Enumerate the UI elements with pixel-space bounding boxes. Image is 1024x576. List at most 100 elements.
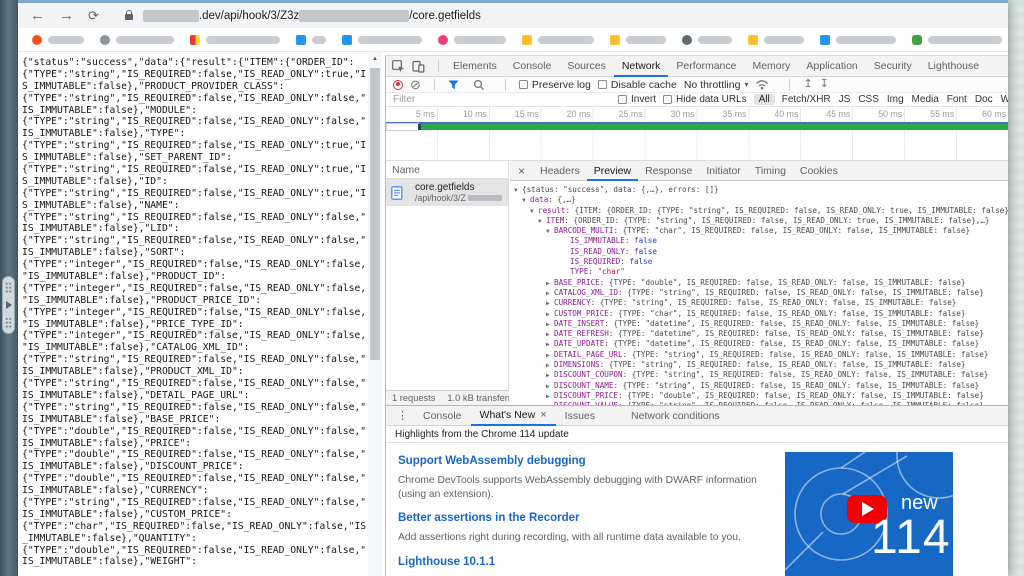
column-header-name[interactable]: Name <box>386 161 508 179</box>
bookmark-item[interactable] <box>682 35 732 45</box>
preview-tree-row[interactable]: ▶DISCOUNT_NAME: {TYPE: "string", IS_REQU… <box>510 381 1008 391</box>
drawer-tab-issues[interactable]: Issues <box>556 406 604 426</box>
preview-tree-row[interactable]: ▼data: {,…} <box>510 195 1008 205</box>
bookmark-item[interactable] <box>610 35 666 45</box>
tree-expand-arrow-icon[interactable]: ▼ <box>546 227 554 236</box>
devtools-tab[interactable]: Console <box>505 56 560 77</box>
tree-expand-arrow-icon[interactable]: ▶ <box>546 310 554 319</box>
devtools-tab[interactable]: Sources <box>559 56 614 77</box>
kebab-menu-icon[interactable]: ⋮ <box>391 409 414 422</box>
bookmark-item[interactable] <box>296 35 326 45</box>
preview-tree-row[interactable]: IS_REQUIRED: false <box>510 257 1008 267</box>
overview-bar[interactable] <box>386 122 1008 130</box>
preview-tree-row[interactable]: TYPE: "char" <box>510 267 1008 277</box>
tree-expand-arrow-icon[interactable]: ▶ <box>546 371 554 380</box>
filter-input[interactable]: Filter <box>393 94 611 105</box>
throttling-select[interactable]: No throttling▾ <box>684 79 749 91</box>
page-scrollbar[interactable]: ▲ <box>368 52 382 576</box>
devtools-tab[interactable]: Memory <box>744 56 798 77</box>
bookmark-item[interactable] <box>912 35 1002 45</box>
tree-expand-arrow-icon[interactable]: ▼ <box>538 217 546 226</box>
filter-type[interactable]: JS <box>839 94 851 105</box>
request-row[interactable]: core.getfields /api/hook/3/Z <box>386 179 508 206</box>
drawer-tab-whats-new[interactable]: What's New× <box>471 406 556 426</box>
filter-type[interactable]: Img <box>887 94 904 105</box>
tree-expand-arrow-icon[interactable]: ▶ <box>546 289 554 298</box>
close-icon[interactable]: × <box>540 405 546 425</box>
preview-tree-row[interactable]: IS_IMMUTABLE: false <box>510 236 1008 246</box>
hide-data-urls-checkbox[interactable]: Hide data URLs <box>663 94 747 105</box>
preview-tree-row[interactable]: ▶CUSTOM_PRICE: {TYPE: "char", IS_REQUIRE… <box>510 309 1008 319</box>
preview-tree-row[interactable]: ▶DISCOUNT_COUPON: {TYPE: "string", IS_RE… <box>510 370 1008 380</box>
preview-tree-row[interactable]: ▶BASE_PRICE: {TYPE: "double", IS_REQUIRE… <box>510 278 1008 288</box>
tree-expand-arrow-icon[interactable]: ▶ <box>546 299 554 308</box>
detail-tab[interactable]: Response <box>638 161 699 181</box>
bookmark-item[interactable] <box>748 35 804 45</box>
devtools-tab[interactable]: Application <box>798 56 865 77</box>
preview-tree-row[interactable]: ▶DATE_REFRESH: {TYPE: "datetime", IS_REQ… <box>510 329 1008 339</box>
bookmark-item[interactable] <box>32 35 84 45</box>
detail-tab[interactable]: Cookies <box>793 161 845 181</box>
preview-tree-row[interactable]: ▶DISCOUNT_PRICE: {TYPE: "double", IS_REQ… <box>510 391 1008 401</box>
filter-type[interactable]: Font <box>947 94 967 105</box>
clear-icon[interactable]: ⊘ <box>410 78 421 91</box>
whats-new-link[interactable]: Support WebAssembly debugging <box>398 455 760 467</box>
tree-expand-arrow-icon[interactable]: ▶ <box>546 392 554 401</box>
scrollbar-thumb[interactable] <box>370 68 380 360</box>
preview-tree-row[interactable]: ▼BARCODE_MULTI: {TYPE: "char", IS_REQUIR… <box>510 226 1008 236</box>
back-button[interactable]: ← <box>30 8 45 23</box>
bookmark-item[interactable] <box>100 35 174 45</box>
preview-tree-row[interactable]: ▶DATE_INSERT: {TYPE: "datetime", IS_REQU… <box>510 319 1008 329</box>
filter-type[interactable]: WS <box>1001 94 1008 105</box>
devtools-tab[interactable]: Performance <box>668 56 744 77</box>
drawer-tab-network-conditions[interactable]: Network conditions <box>622 406 729 426</box>
export-har-icon[interactable]: ↧ <box>820 79 829 90</box>
inspect-icon[interactable] <box>392 60 405 73</box>
bookmark-item[interactable] <box>190 35 280 45</box>
preview-tree-row[interactable]: ▶DATE_UPDATE: {TYPE: "datetime", IS_REQU… <box>510 339 1008 349</box>
whats-new-link[interactable]: Lighthouse 10.1.1 <box>398 556 760 568</box>
side-panel-handle[interactable] <box>2 276 15 334</box>
devtools-tab[interactable]: Elements <box>445 56 505 77</box>
filter-type-all[interactable]: All <box>754 94 775 105</box>
preview-tree-row[interactable]: ▶DETAIL_PAGE_URL: {TYPE: "string", IS_RE… <box>510 350 1008 360</box>
tree-expand-arrow-icon[interactable]: ▶ <box>546 330 554 339</box>
tree-expand-arrow-icon[interactable]: ▼ <box>530 207 538 216</box>
drawer-tab-console[interactable]: Console <box>414 406 471 426</box>
devtools-tab[interactable]: Lighthouse <box>920 56 987 77</box>
preview-tree-row[interactable]: ▶CATALOG_XML_ID: {TYPE: "string", IS_REQ… <box>510 288 1008 298</box>
filter-type[interactable]: Fetch/XHR <box>782 94 831 105</box>
preview-tree-row[interactable]: ▼{status: "success", data: {,…}, errors:… <box>510 185 1008 195</box>
preview-tree-row[interactable]: IS_READ_ONLY: false <box>510 247 1008 257</box>
address-bar[interactable]: .dev/api/hook/3/Z3z /core.getfields <box>113 6 1008 26</box>
filter-funnel-icon[interactable] <box>448 80 459 90</box>
reload-button[interactable]: ⟳ <box>88 9 99 22</box>
tree-expand-arrow-icon[interactable]: ▶ <box>546 320 554 329</box>
scroll-up-arrow-icon[interactable]: ▲ <box>368 52 382 66</box>
preview-tree-row[interactable]: ▶CURRENCY: {TYPE: "string", IS_REQUIRED:… <box>510 298 1008 308</box>
detail-tab[interactable]: Headers <box>533 161 587 181</box>
filter-type[interactable]: Doc <box>975 94 993 105</box>
tree-expand-arrow-icon[interactable]: ▶ <box>546 340 554 349</box>
invert-checkbox[interactable]: Invert <box>618 94 656 105</box>
chrome-114-video-thumbnail[interactable]: new 114 <box>785 452 953 576</box>
bookmark-item[interactable] <box>820 35 896 45</box>
bookmark-item[interactable] <box>438 35 506 45</box>
tree-expand-arrow-icon[interactable]: ▶ <box>546 361 554 370</box>
tree-expand-arrow-icon[interactable]: ▶ <box>546 279 554 288</box>
tree-expand-arrow-icon[interactable]: ▼ <box>522 196 530 205</box>
detail-tab[interactable]: Initiator <box>699 161 747 181</box>
filter-type[interactable]: Media <box>912 94 939 105</box>
filter-type[interactable]: CSS <box>858 94 879 105</box>
bookmark-item[interactable] <box>342 35 422 45</box>
tree-expand-arrow-icon[interactable]: ▼ <box>514 186 522 195</box>
device-toolbar-icon[interactable] <box>412 60 425 73</box>
record-button[interactable] <box>393 80 403 90</box>
tree-expand-arrow-icon[interactable]: ▶ <box>546 351 554 360</box>
disable-cache-checkbox[interactable]: Disable cache <box>598 79 677 91</box>
preview-tree-row[interactable]: ▶DIMENSIONS: {TYPE: "string", IS_REQUIRE… <box>510 360 1008 370</box>
devtools-tab[interactable]: Network <box>614 56 669 77</box>
search-icon[interactable] <box>473 79 485 91</box>
lock-icon[interactable] <box>125 14 133 20</box>
bookmark-item[interactable] <box>522 35 594 45</box>
